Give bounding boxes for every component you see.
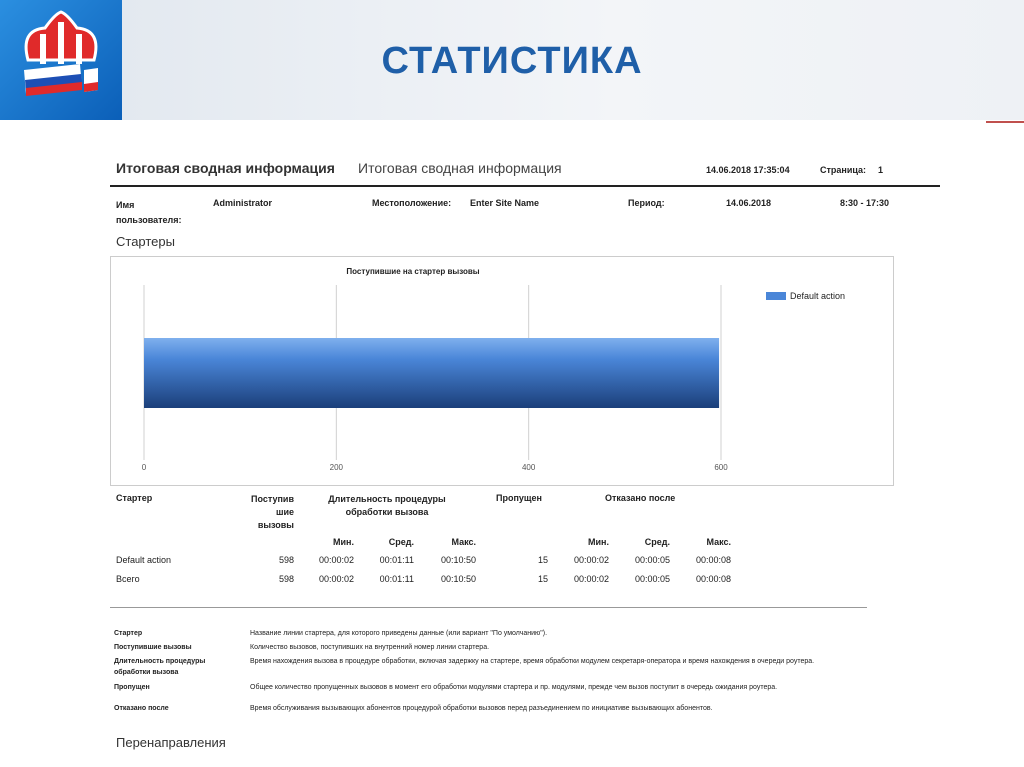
page-label: Страница: — [820, 165, 867, 175]
subcol-min: Мин. — [588, 537, 609, 547]
bar-default-action — [144, 338, 720, 408]
cell-starter: Всего — [116, 574, 140, 584]
cell: 00:10:50 — [440, 574, 476, 584]
user-label: Имя пользователя: — [116, 200, 182, 225]
report-subtitle: Итоговая сводная информация — [358, 160, 562, 176]
period-time: 8:30 - 17:30 — [840, 198, 890, 208]
cell: 00:00:05 — [634, 555, 670, 565]
subcol-max: Макс. — [451, 537, 476, 547]
chart-title: Поступившие на стартер вызовы — [346, 267, 480, 276]
col-missed: Пропущен — [496, 493, 542, 503]
definition-term: Поступившие вызовы — [114, 644, 192, 651]
definition-text: Количество вызовов, поступивших на внутр… — [250, 644, 490, 651]
subcol-avg: Сред. — [644, 537, 670, 547]
table-divider — [110, 607, 867, 608]
legend-swatch — [766, 292, 786, 300]
col-starter: Стартер — [116, 493, 153, 503]
header-divider — [110, 185, 940, 187]
x-tick-label: 200 — [330, 463, 344, 472]
definition-text: Время нахождения вызова в процедуре обра… — [250, 658, 815, 665]
legend-label: Default action — [790, 291, 846, 301]
cell: 00:00:02 — [318, 555, 354, 565]
x-tick-label: 400 — [522, 463, 536, 472]
cell-starter: Default action — [116, 555, 172, 565]
definition-term: Длительность процедуры обработки вызова — [114, 658, 206, 676]
section-starters: Стартеры — [116, 234, 175, 249]
page-number: 1 — [878, 165, 884, 175]
cell: 00:00:02 — [573, 555, 609, 565]
cell: 598 — [278, 574, 294, 584]
subcol-max: Макс. — [706, 537, 731, 547]
cell: 00:00:02 — [318, 574, 354, 584]
cell: 00:10:50 — [440, 555, 476, 565]
user-value: Administrator — [213, 198, 273, 208]
location-label: Местоположение: — [372, 198, 452, 208]
subcol-min: Мин. — [333, 537, 354, 547]
definition-text: Общее количество пропущенных вызовов в м… — [250, 684, 778, 691]
cell: 15 — [537, 555, 548, 565]
report-title: Итоговая сводная информация — [116, 160, 335, 176]
location-value: Enter Site Name — [470, 198, 540, 208]
definition-text: Название линии стартера, для которого пр… — [250, 630, 548, 637]
x-tick-label: 600 — [714, 463, 728, 472]
cell: 00:00:08 — [695, 555, 731, 565]
report-datetime: 14.06.2018 17:35:04 — [706, 165, 790, 175]
definition-term: Отказано после — [114, 705, 169, 712]
col-refused: Отказано после — [605, 493, 676, 503]
definition-text: Время обслуживания вызывающих абонентов … — [250, 705, 713, 712]
definition-term: Пропущен — [114, 684, 150, 691]
period-date: 14.06.2018 — [726, 198, 772, 208]
definition-term: Стартер — [114, 630, 143, 637]
cell: 00:00:05 — [634, 574, 670, 584]
period-label: Период: — [628, 198, 665, 208]
x-tick-label: 0 — [142, 463, 147, 472]
slide-title: СТАТИСТИКА — [381, 40, 643, 82]
col-duration: Длительность процедуры обработки вызова — [328, 494, 446, 517]
subcol-avg: Сред. — [388, 537, 414, 547]
cell: 00:00:08 — [695, 574, 731, 584]
section-redirects: Перенаправления — [116, 735, 226, 750]
cell: 15 — [537, 574, 548, 584]
chart: Поступившие на стартер вызовы 0 200 400 600… — [110, 256, 894, 486]
cell: 598 — [278, 555, 294, 565]
accent-line — [986, 121, 1024, 123]
cell: 00:00:02 — [573, 574, 609, 584]
col-incoming: Поступив шие вызовы — [251, 494, 294, 530]
cell: 00:01:11 — [379, 555, 414, 565]
cell: 00:01:11 — [379, 574, 414, 584]
